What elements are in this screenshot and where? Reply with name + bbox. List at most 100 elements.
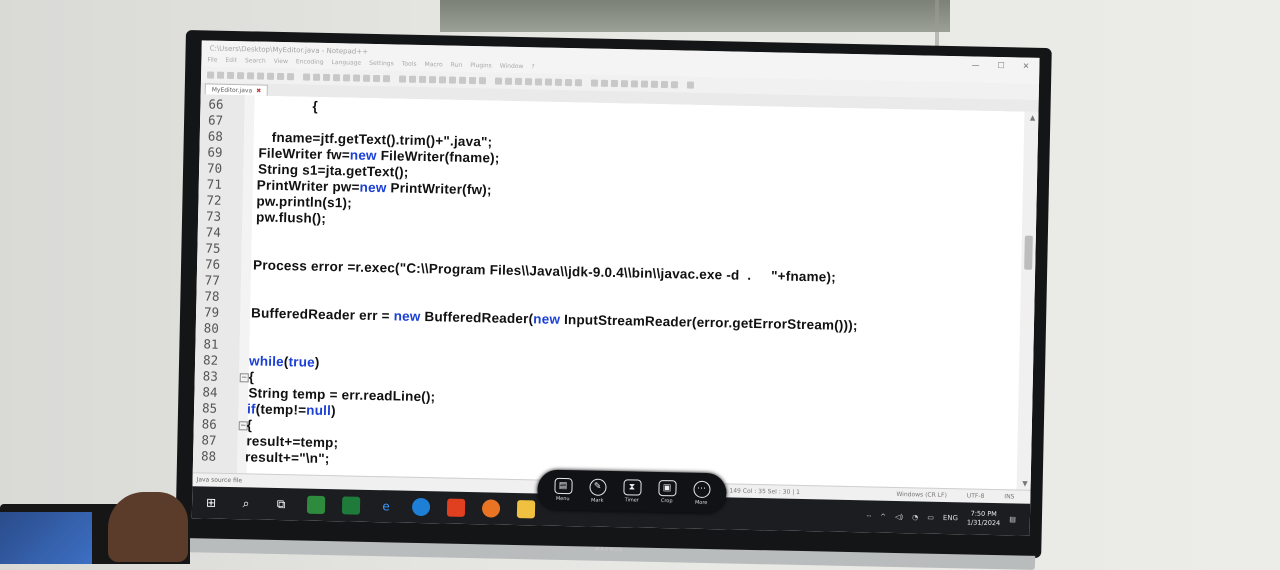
toolbar-button-icon[interactable] [514, 77, 523, 85]
toolbar-button-icon[interactable] [686, 81, 695, 89]
close-button[interactable]: ✕ [1023, 61, 1030, 70]
toolbar-button-icon[interactable] [640, 80, 649, 88]
task-view-icon[interactable]: ⧉ [272, 495, 290, 513]
toolbar-button-icon[interactable] [494, 76, 503, 85]
vertical-scrollbar[interactable]: ▲ ▼ [1016, 111, 1039, 490]
tv-brand: MAXHUB [595, 546, 624, 554]
toolbar-button-icon[interactable] [266, 72, 275, 80]
toolbar-button-icon[interactable] [342, 73, 351, 81]
menu-item[interactable]: Window [500, 63, 524, 73]
dock-item-timer[interactable]: ⧗ Timer [622, 479, 642, 504]
toolbar-button-icon[interactable] [382, 74, 391, 82]
toolbar-button-icon[interactable] [670, 80, 679, 88]
toolbar-button-icon[interactable] [650, 80, 659, 88]
toolbar-button-icon[interactable] [428, 75, 437, 83]
toolbar-button-icon[interactable] [226, 71, 235, 79]
tab-close-icon[interactable]: ✖ [256, 87, 261, 94]
windows-start-icon[interactable]: ⊞ [202, 493, 220, 511]
toolbar-button-icon[interactable] [322, 73, 331, 81]
tray-chevron-icon[interactable]: ^ [880, 513, 886, 521]
toolbar-button-icon[interactable] [352, 74, 361, 82]
code-editor[interactable]: ▲ ▼ 66{67 68 fname=jtf.getText().trim()+".… [192, 94, 1039, 490]
toolbar-button-icon[interactable] [286, 72, 295, 80]
toolbar-button-icon[interactable] [574, 78, 583, 86]
toolbar-button-icon[interactable] [600, 79, 609, 87]
excel-icon[interactable] [341, 496, 361, 515]
toolbar-button-icon[interactable] [590, 78, 599, 87]
toolbar-button-icon[interactable] [478, 76, 487, 84]
brave-icon[interactable] [446, 498, 466, 517]
toolbar-button-icon[interactable] [524, 77, 533, 85]
toolbar-button-icon[interactable] [372, 74, 381, 82]
toolbar-button-icon[interactable] [630, 79, 639, 87]
people-icon[interactable]: ⵈ [867, 512, 872, 520]
toolbar-button-icon[interactable] [418, 75, 427, 83]
menu-item[interactable]: ? [531, 63, 534, 73]
scroll-down-icon[interactable]: ▼ [1022, 480, 1028, 488]
toolbar-button-icon[interactable] [246, 71, 255, 79]
toolbar-button-icon[interactable] [438, 75, 447, 83]
file-explorer-icon[interactable] [516, 500, 536, 519]
menu-item[interactable]: Plugins [470, 62, 492, 72]
dock-item-crop[interactable]: ▣ Crop [657, 479, 677, 505]
menu-item[interactable]: Settings [369, 60, 394, 71]
toolbar-button-icon[interactable] [398, 74, 407, 83]
toolbar-button-icon[interactable] [468, 76, 477, 84]
toolbar-button-icon[interactable] [564, 78, 573, 86]
insert-mode: INS [1004, 493, 1015, 501]
edge-icon[interactable] [411, 497, 431, 517]
toolbar-button-icon[interactable] [534, 77, 543, 85]
menu-item[interactable]: Edit [225, 57, 237, 67]
menu-item[interactable]: Search [245, 57, 266, 67]
dock-item-menu[interactable]: ▤ Menu [553, 477, 573, 502]
network-icon[interactable]: ◔ [912, 513, 918, 521]
fold-toggle-icon[interactable]: − [239, 373, 249, 383]
menu-item[interactable]: Run [451, 62, 463, 72]
menu-item[interactable]: Encoding [296, 58, 324, 69]
app-icon-green[interactable] [306, 495, 326, 515]
toolbar-button-icon[interactable] [276, 72, 285, 80]
maximize-button[interactable]: ☐ [997, 61, 1004, 70]
dock-item-mark[interactable]: ✎ Mark [588, 478, 607, 503]
toolbar-button-icon[interactable] [312, 73, 321, 81]
menu-item[interactable]: Tools [402, 61, 417, 71]
menu-item[interactable]: Macro [424, 61, 442, 71]
clock[interactable]: 7:50 PM 1/31/2024 [967, 509, 1001, 528]
minimize-button[interactable]: — [971, 60, 979, 69]
toolbar-button-icon[interactable] [458, 76, 467, 84]
ie-icon[interactable]: e [377, 497, 395, 515]
scroll-thumb[interactable] [1024, 235, 1033, 270]
toolbar-button-icon[interactable] [216, 71, 225, 79]
menu-item[interactable]: Language [331, 59, 361, 70]
menu-item[interactable]: File [207, 56, 217, 66]
language-indicator[interactable]: ENG [943, 514, 958, 522]
code-text: pw.println(s1); [256, 193, 353, 211]
dock-label: Crop [660, 498, 673, 505]
cursor-position: Ln : 149 Col : 35 Sel : 30 | 1 [716, 487, 801, 496]
toolbar-button-icon[interactable] [236, 71, 245, 79]
toolbar-button-icon[interactable] [302, 72, 311, 81]
menu-item[interactable]: View [274, 58, 288, 68]
volume-icon[interactable]: ◁) [895, 513, 903, 521]
notification-icon[interactable]: ▤ [1009, 515, 1016, 523]
toolbar-button-icon[interactable] [207, 70, 215, 79]
toolbar-button-icon[interactable] [448, 76, 457, 84]
toolbar-button-icon[interactable] [610, 79, 619, 87]
scroll-up-icon[interactable]: ▲ [1030, 114, 1036, 122]
toolbar-button-icon[interactable] [332, 73, 341, 81]
toolbar-button-icon[interactable] [504, 77, 513, 85]
toolbar-button-icon[interactable] [544, 78, 553, 86]
toolbar-button-icon[interactable] [554, 78, 563, 86]
firefox-icon[interactable] [481, 499, 501, 518]
toolbar-button-icon[interactable] [620, 79, 629, 87]
wall-background [440, 0, 950, 32]
dock-label: More [694, 499, 708, 506]
keyboard-icon[interactable]: ▭ [927, 514, 934, 522]
toolbar-button-icon[interactable] [256, 71, 265, 80]
toolbar-button-icon[interactable] [660, 80, 669, 88]
dock-item-more[interactable]: ⋯ More [692, 480, 711, 506]
search-icon[interactable]: ⌕ [237, 494, 255, 512]
toolbar-button-icon[interactable] [362, 74, 371, 82]
toolbar-button-icon[interactable] [408, 75, 417, 83]
whiteboard-dock: ▤ Menu ✎ Mark ⧗ Timer ▣ Crop ⋯ More [537, 469, 727, 514]
